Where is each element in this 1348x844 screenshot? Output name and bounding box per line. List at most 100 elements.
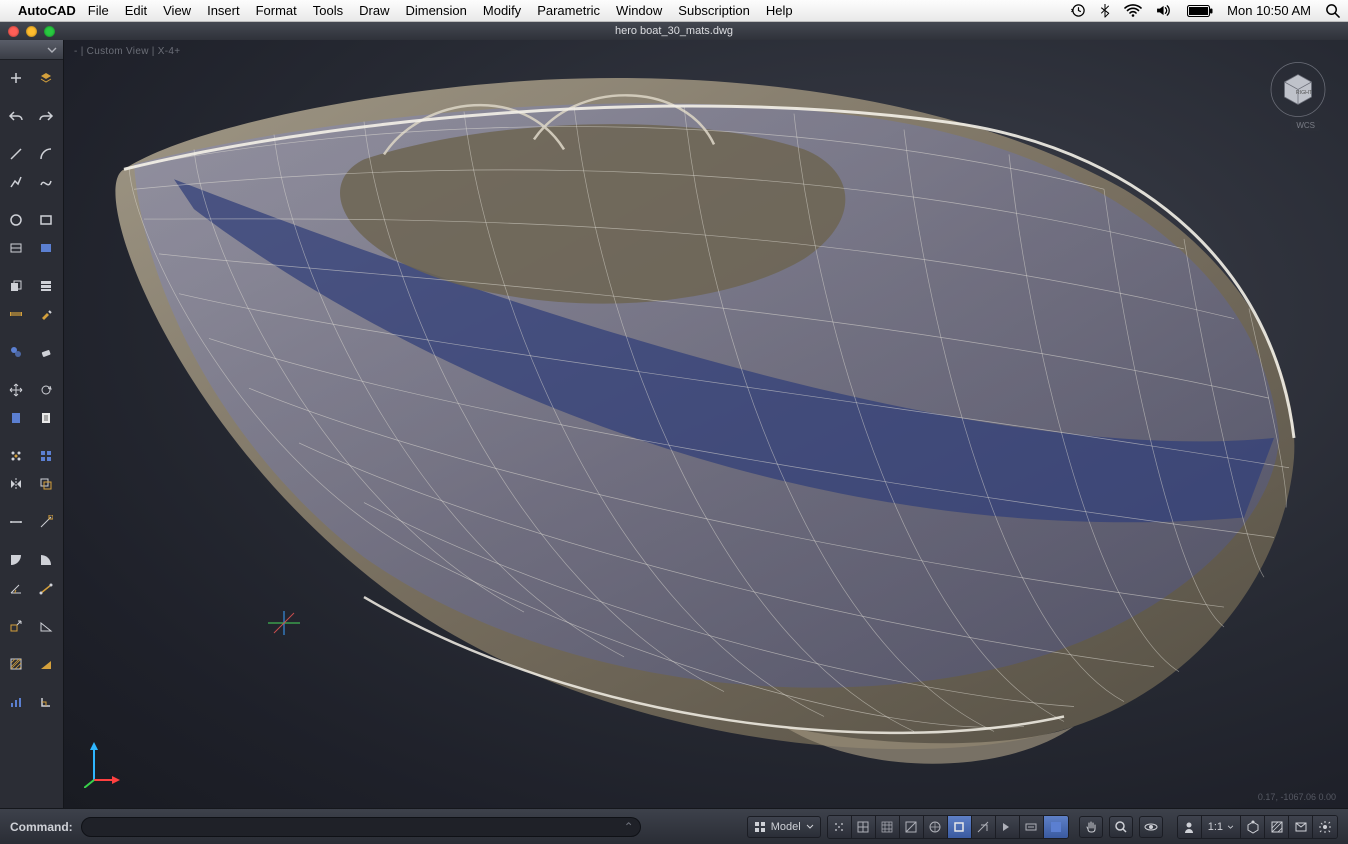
wifi-icon[interactable] xyxy=(1124,4,1142,17)
dynucs-icon[interactable] xyxy=(996,816,1020,838)
iso-icon[interactable] xyxy=(1241,816,1265,838)
circle-icon[interactable] xyxy=(4,208,28,232)
grid4-icon[interactable] xyxy=(34,444,58,468)
menu-parametric[interactable]: Parametric xyxy=(537,3,600,18)
viewcube-mode[interactable]: WCS xyxy=(1291,120,1320,131)
minimize-window-icon[interactable] xyxy=(26,26,37,37)
offset-icon[interactable] xyxy=(34,472,58,496)
stack-icon[interactable] xyxy=(34,274,58,298)
viewcube[interactable]: RIGHT xyxy=(1268,58,1328,118)
window-titlebar: hero boat_30_mats.dwg xyxy=(0,22,1348,40)
command-label: Command: xyxy=(10,820,73,834)
coordinate-readout: 0.17, -1067.06 0.00 xyxy=(1258,792,1336,802)
wedge2-icon[interactable] xyxy=(34,652,58,676)
tool-palette-menu[interactable] xyxy=(0,40,63,60)
group-icon[interactable] xyxy=(4,340,28,364)
scale-icon[interactable]: 1:1 xyxy=(1202,816,1241,838)
pline-icon[interactable] xyxy=(4,170,28,194)
redo-icon[interactable] xyxy=(34,104,58,128)
hline-icon[interactable] xyxy=(4,510,28,534)
cursor-crosshair xyxy=(264,603,304,643)
volume-icon[interactable] xyxy=(1156,4,1173,17)
tool-palette xyxy=(0,40,64,808)
move-icon[interactable] xyxy=(4,378,28,402)
rectfill-icon[interactable] xyxy=(34,236,58,260)
menu-view[interactable]: View xyxy=(163,3,191,18)
menu-edit[interactable]: Edit xyxy=(125,3,147,18)
wedge-icon[interactable] xyxy=(34,614,58,638)
copy-icon[interactable] xyxy=(4,274,28,298)
mirror-icon[interactable] xyxy=(4,472,28,496)
rect2-icon[interactable] xyxy=(4,236,28,260)
corner-icon[interactable] xyxy=(34,690,58,714)
app-name[interactable]: AutoCAD xyxy=(18,3,76,18)
ucs-icon[interactable] xyxy=(84,740,120,788)
menu-window[interactable]: Window xyxy=(616,3,662,18)
model-space-button[interactable]: Model xyxy=(747,816,821,838)
gradangle-icon[interactable] xyxy=(4,576,28,600)
quarter2-icon[interactable] xyxy=(34,548,58,572)
drawing-viewport[interactable]: - | Custom View | X-4+ xyxy=(64,40,1348,808)
sheet-icon[interactable] xyxy=(4,406,28,430)
menu-insert[interactable]: Insert xyxy=(207,3,240,18)
rotate-icon[interactable] xyxy=(34,378,58,402)
hatch2-icon[interactable] xyxy=(1265,816,1289,838)
menu-tools[interactable]: Tools xyxy=(313,3,343,18)
grid-icon xyxy=(754,821,766,833)
osnap-icon[interactable] xyxy=(948,816,972,838)
boxarrow-icon[interactable] xyxy=(4,614,28,638)
grid-minor-icon[interactable] xyxy=(876,816,900,838)
settings-icon[interactable] xyxy=(1313,816,1337,838)
lineweight-icon[interactable] xyxy=(1044,816,1068,838)
menu-help[interactable]: Help xyxy=(766,3,793,18)
arc-icon[interactable] xyxy=(34,142,58,166)
orbit-icon[interactable] xyxy=(1139,816,1163,838)
plus-icon[interactable] xyxy=(4,66,28,90)
grid-major-icon[interactable] xyxy=(900,816,924,838)
close-window-icon[interactable] xyxy=(8,26,19,37)
menu-subscription[interactable]: Subscription xyxy=(678,3,750,18)
otrack-icon[interactable] xyxy=(972,816,996,838)
person-icon[interactable] xyxy=(1178,816,1202,838)
undo-icon[interactable] xyxy=(4,104,28,128)
quarter-icon[interactable] xyxy=(4,548,28,572)
gather-icon[interactable] xyxy=(4,444,28,468)
model-wireframe xyxy=(64,40,1348,808)
dyninput-icon[interactable] xyxy=(1020,816,1044,838)
menubar-clock[interactable]: Mon 10:50 AM xyxy=(1227,3,1311,18)
model-space-label: Model xyxy=(771,821,801,833)
line-icon[interactable] xyxy=(4,142,28,166)
polar-icon[interactable] xyxy=(924,816,948,838)
hatch-icon[interactable] xyxy=(4,652,28,676)
bluetooth-icon[interactable] xyxy=(1100,3,1110,18)
menu-format[interactable]: Format xyxy=(256,3,297,18)
pan-icon[interactable] xyxy=(1079,816,1103,838)
battery-icon[interactable] xyxy=(1187,5,1213,17)
menu-file[interactable]: File xyxy=(88,3,109,18)
measure-icon[interactable] xyxy=(4,302,28,326)
zoom-window-icon[interactable] xyxy=(44,26,55,37)
menu-modify[interactable]: Modify xyxy=(483,3,521,18)
slopeline-icon[interactable] xyxy=(34,576,58,600)
menu-dimension[interactable]: Dimension xyxy=(405,3,466,18)
grid-snap-icon[interactable] xyxy=(828,816,852,838)
spline-icon[interactable] xyxy=(34,170,58,194)
sheet2-icon[interactable] xyxy=(34,406,58,430)
chart-icon[interactable] xyxy=(4,690,28,714)
grid-display-icon[interactable] xyxy=(852,816,876,838)
spotlight-icon[interactable] xyxy=(1325,3,1340,18)
command-history-icon[interactable]: ⌃ xyxy=(624,820,634,834)
command-input[interactable]: ⌃ xyxy=(81,817,641,837)
eraser-icon[interactable] xyxy=(34,340,58,364)
brush-icon[interactable] xyxy=(34,302,58,326)
mac-menubar: AutoCAD File Edit View Insert Format Too… xyxy=(0,0,1348,22)
zoom-icon[interactable] xyxy=(1109,816,1133,838)
menu-draw[interactable]: Draw xyxy=(359,3,389,18)
snap-icon[interactable] xyxy=(34,510,58,534)
mail-icon[interactable] xyxy=(1289,816,1313,838)
status-bar: Command: ⌃ Model 1:1 xyxy=(0,808,1348,844)
timemachine-icon[interactable] xyxy=(1071,3,1086,18)
chevron-down-icon xyxy=(806,824,814,829)
rect-icon[interactable] xyxy=(34,208,58,232)
layers-icon[interactable] xyxy=(34,66,58,90)
